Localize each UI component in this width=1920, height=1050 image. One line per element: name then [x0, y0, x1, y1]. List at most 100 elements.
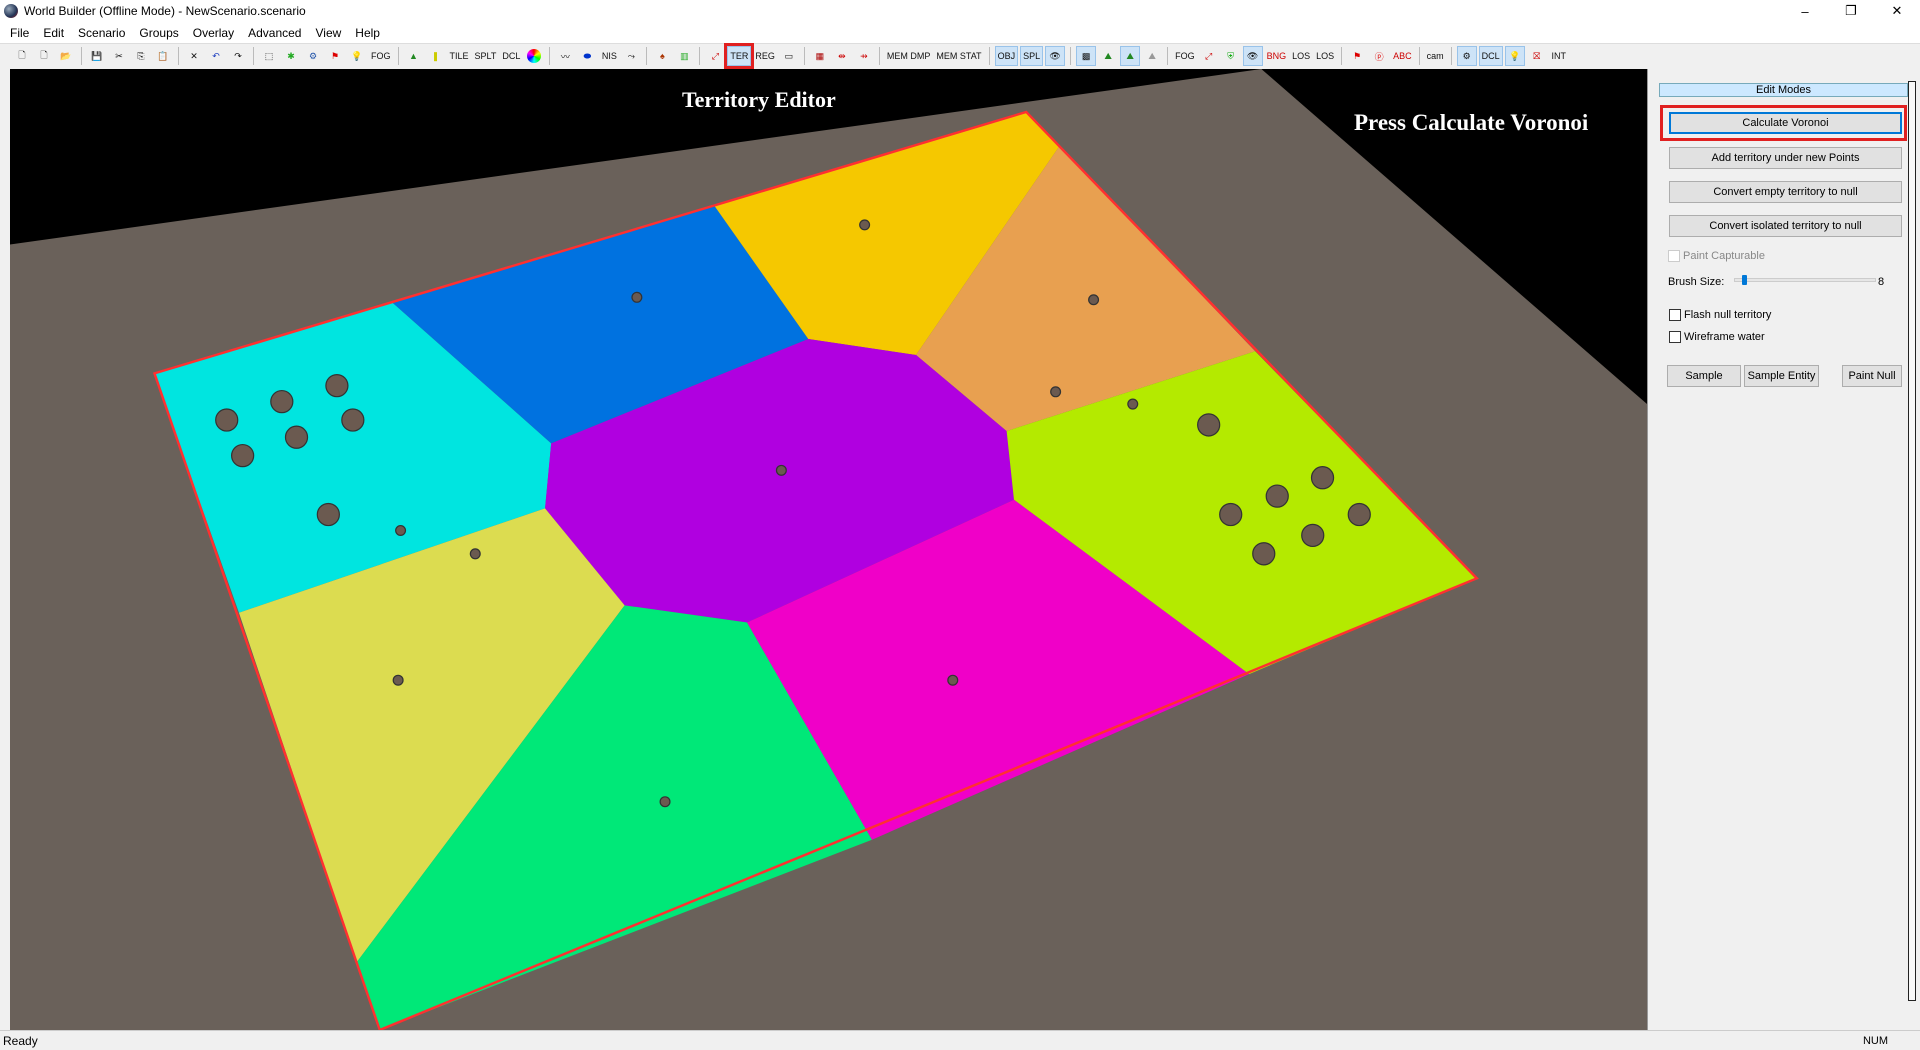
tile-button[interactable]: TILE — [448, 46, 471, 66]
chart-icon[interactable]: ▥ — [674, 46, 694, 66]
light-icon[interactable]: 💡 — [347, 46, 367, 66]
copy-icon[interactable]: ⎘ — [131, 46, 151, 66]
minimize-button[interactable]: – — [1782, 0, 1828, 22]
select-icon[interactable]: ⬚ — [259, 46, 279, 66]
view-flag-icon[interactable]: ⚑ — [1347, 46, 1367, 66]
sample-entity-button[interactable]: Sample Entity — [1744, 365, 1819, 387]
region-button[interactable]: REG — [753, 46, 777, 66]
nis-button[interactable]: NIS — [599, 46, 619, 66]
paste-icon[interactable]: 📋 — [153, 46, 173, 66]
unit-marker[interactable] — [392, 674, 404, 686]
view-los-button[interactable]: LOS — [1290, 46, 1312, 66]
unit-marker[interactable] — [231, 443, 255, 468]
road-icon[interactable]: 〰 — [555, 46, 575, 66]
unit-marker[interactable] — [1088, 294, 1100, 306]
unit-marker[interactable] — [316, 502, 340, 527]
box-icon[interactable]: ▭ — [779, 46, 799, 66]
unit-marker[interactable] — [859, 219, 871, 231]
undo-icon[interactable]: ↶ — [206, 46, 226, 66]
view-light-icon[interactable]: 💡 — [1504, 46, 1525, 66]
menu-file[interactable]: File — [3, 26, 36, 40]
unit-marker[interactable] — [1310, 466, 1335, 490]
redo-icon[interactable]: ↷ — [228, 46, 248, 66]
save-icon[interactable]: 💾 — [87, 46, 107, 66]
menu-view[interactable]: View — [308, 26, 348, 40]
unit-marker[interactable] — [1127, 398, 1139, 410]
resource-icon[interactable]: ♠ — [652, 46, 672, 66]
territory-map[interactable] — [10, 69, 1647, 1030]
new-scenario-icon[interactable]: 🗋 — [12, 46, 32, 66]
view-shield-icon[interactable]: ⛨ — [1221, 46, 1241, 66]
view-terrain3-icon[interactable]: ⛰ — [1142, 46, 1162, 66]
brush-size-slider[interactable] — [1734, 275, 1876, 285]
path-icon[interactable]: ⤳ — [621, 46, 641, 66]
view-splines-button[interactable]: SPL — [1020, 46, 1044, 66]
brush-size-thumb[interactable] — [1741, 275, 1747, 285]
unit-marker[interactable] — [215, 408, 239, 432]
view-flag-circle-icon[interactable]: ⓟ — [1369, 46, 1389, 66]
new-map-icon[interactable]: 🗋 — [34, 46, 54, 66]
view-objects-button[interactable]: OBJ — [994, 46, 1019, 66]
tree-icon[interactable]: ▲ — [404, 46, 424, 66]
unit-marker[interactable] — [1252, 542, 1276, 566]
wireframe-water-checkbox[interactable]: Wireframe water — [1669, 331, 1765, 343]
fog-button[interactable]: FOG — [369, 46, 393, 66]
unit-marker[interactable] — [1301, 523, 1325, 548]
view-int-button[interactable]: INT — [1549, 46, 1569, 66]
unit-marker[interactable] — [270, 389, 294, 414]
view-flag-abc-button[interactable]: ABC — [1391, 46, 1414, 66]
close-button[interactable]: ✕ — [1874, 0, 1920, 22]
view-path-icon[interactable]: ⤢ — [1199, 46, 1219, 66]
unit-marker[interactable] — [1347, 502, 1371, 527]
unit-marker[interactable] — [1197, 413, 1221, 437]
add-territory-button[interactable]: Add territory under new Points — [1669, 147, 1902, 169]
delete-icon[interactable]: ✕ — [184, 46, 204, 66]
traffic-icon[interactable]: ❚ — [426, 46, 446, 66]
view-roads-icon[interactable]: 👁 — [1045, 46, 1066, 66]
waypoint2-icon[interactable]: ⇸ — [854, 46, 874, 66]
paint-null-button[interactable]: Paint Null — [1842, 365, 1902, 387]
view-los2-button[interactable]: LOS — [1314, 46, 1336, 66]
unit-marker[interactable] — [1050, 386, 1062, 398]
convert-empty-button[interactable]: Convert empty territory to null — [1669, 181, 1902, 203]
view-fog-button[interactable]: FOG — [1173, 46, 1197, 66]
gear-icon[interactable]: ⚙ — [303, 46, 323, 66]
convert-isolated-button[interactable]: Convert isolated territory to null — [1669, 215, 1902, 237]
view-gear-icon[interactable]: ⚙ — [1456, 46, 1477, 66]
view-checker-icon[interactable]: ▩ — [1076, 46, 1097, 66]
unit-marker[interactable] — [659, 796, 671, 808]
restore-button[interactable]: ❐ — [1828, 0, 1874, 22]
view-terrain2-icon[interactable]: ⛰ — [1120, 46, 1141, 66]
menu-help[interactable]: Help — [348, 26, 387, 40]
flag-icon[interactable]: ⚑ — [325, 46, 345, 66]
unit-marker[interactable] — [775, 464, 787, 476]
view-terrain-icon[interactable]: ⛰ — [1098, 46, 1118, 66]
map-viewport[interactable]: Territory Editor Press Calculate Voronoi — [10, 69, 1647, 1030]
grid-icon[interactable]: ▦ — [810, 46, 830, 66]
paint-capturable-checkbox[interactable]: Paint Capturable — [1668, 250, 1765, 262]
unit-marker[interactable] — [1219, 502, 1243, 527]
unit-marker[interactable] — [395, 524, 407, 536]
unit-marker[interactable] — [284, 425, 309, 449]
view-decal-button[interactable]: DCL — [1478, 46, 1503, 66]
view-people-icon[interactable]: 👁 — [1242, 46, 1263, 66]
territory-editor-button[interactable]: TER — [724, 43, 755, 69]
view-bng-button[interactable]: BNG — [1265, 46, 1289, 66]
menu-edit[interactable]: Edit — [36, 26, 71, 40]
waypoint-icon[interactable]: ⇹ — [832, 46, 852, 66]
water-icon[interactable]: ⬬ — [577, 46, 597, 66]
camera-button[interactable]: cam — [1425, 46, 1446, 66]
view-trigger-icon[interactable]: ⛝ — [1527, 46, 1547, 66]
panel-scrollbar[interactable] — [1908, 81, 1916, 1001]
unit-marker[interactable] — [341, 408, 365, 432]
mem-stat-button[interactable]: MEM STAT — [934, 46, 983, 66]
menu-advanced[interactable]: Advanced — [241, 26, 308, 40]
connect-icon[interactable]: ⤢ — [705, 46, 725, 66]
decal-button[interactable]: DCL — [500, 46, 522, 66]
splat-button[interactable]: SPLT — [473, 46, 499, 66]
sample-button[interactable]: Sample — [1667, 365, 1741, 387]
open-icon[interactable]: 📂 — [56, 46, 76, 66]
menu-scenario[interactable]: Scenario — [71, 26, 132, 40]
units-icon[interactable]: ✱ — [281, 46, 301, 66]
color-wheel-icon[interactable] — [524, 46, 544, 66]
